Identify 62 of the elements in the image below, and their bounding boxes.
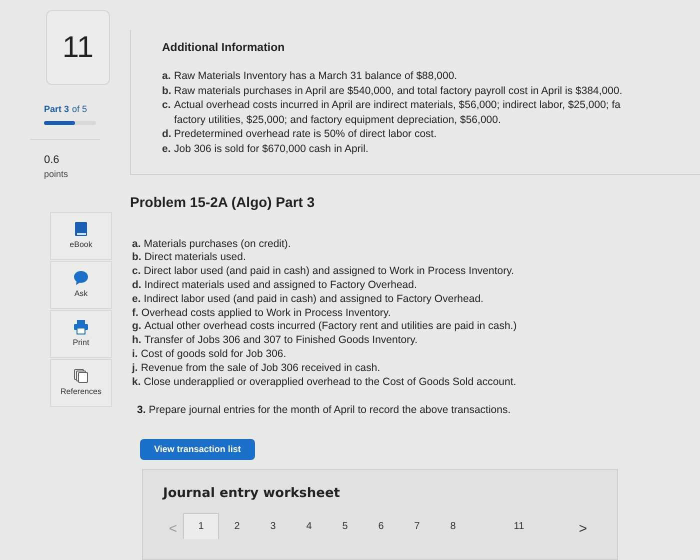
problem-title: Problem 15-2A (Algo) Part 3 [130,192,316,212]
worksheet-tab[interactable]: 6 [363,513,399,540]
next-button[interactable]: > [573,517,593,540]
task-text: Direct labor used (and paid in cash) and assigned to Work in Process Inventory. [144,265,514,279]
info-text: Predetermined overhead rate is 50% of direct labor cost. [174,127,437,142]
speech-bubble-icon [73,270,89,286]
item-letter: k. [132,376,141,390]
info-title: Additional Information [162,41,286,56]
instruction-text: Prepare journal entries for the month of April to record the above transactions. [148,403,511,418]
info-text: Job 306 is sold for $670,000 cash in April. [174,142,368,156]
worksheet-tab[interactable]: 4 [291,513,327,540]
item-letter: a. [162,69,172,84]
item-letter: d. [132,278,142,293]
worksheet-tab[interactable]: 3 [255,513,291,540]
worksheet-tab[interactable]: 5 [327,513,363,540]
task-text: Revenue from the sale of Job 306 received in cash. [140,362,380,376]
worksheet-tab[interactable]: 7 [399,513,435,540]
task-text: Indirect materials used and assigned to Factory Overhead. [144,278,417,293]
item-letter: a. [132,238,141,252]
tool-button[interactable]: Ask [50,260,112,308]
info-text: Raw Materials Inventory has a March 31 balance of $88,000. [174,69,458,84]
item-letter: g. [132,320,142,334]
task-text: Transfer of Jobs 306 and 307 to Finished Goods Inventory. [144,334,418,348]
item-letter: e. [132,292,141,307]
item-letter: j. [132,362,138,376]
part-count: of 5 [72,103,88,116]
task-text: Close underapplied or overapplied overhead to the Cost of Goods Sold account. [144,376,516,390]
question-number-card: 11 [46,10,110,85]
info-text: Raw materials purchases in April are $540,000, and total factory payroll cost in April is $384,000. [174,84,622,98]
item-letter: b. [162,84,172,98]
points-label: points [44,168,68,181]
item-letter: b. [132,251,142,266]
item-letter: i. [132,348,138,362]
item-letter: e. [162,142,172,156]
worksheet-title: Journal entry worksheet [163,484,341,503]
info-text: factory utilities, $25,000; and factory equipment depreciation, $56,000. [174,112,502,128]
item-letter: f. [132,306,138,320]
item-letter: c. [162,98,172,114]
worksheet-tab[interactable]: 2 [219,513,255,540]
worksheet-tab[interactable]: 1 [183,513,219,540]
item-letter: h. [132,334,142,348]
worksheet-tab[interactable]: 11 [501,513,537,540]
task-text: Materials purchases (on credit). [144,238,291,252]
view-transaction-list-button[interactable]: View transaction list [140,439,255,460]
task-text: Actual other overhead costs incurred (Factory rent and utilities are paid in cash.) [144,320,517,334]
tool-button[interactable]: eBook [50,212,112,260]
documents-icon [73,368,89,384]
task-text: Indirect labor used (and paid in cash) and assigned to Factory Overhead. [144,292,484,307]
tool-button[interactable]: References [50,358,112,406]
task-text: Direct materials used. [144,251,246,266]
instruction-number: 3. [137,403,146,418]
task-text: Overhead costs applied to Work in Process Inventory. [141,306,391,320]
printer-icon [73,318,89,334]
points-value: 0.6 [44,152,60,168]
tool-button[interactable]: Print [50,310,112,358]
part-label: Part 3 [44,103,70,116]
item-letter: c. [132,265,141,279]
worksheet-tab[interactable]: 8 [435,513,471,540]
info-text: Actual overhead costs incurred in April are indirect materials, $56,000; indirect labor, $25,000; fa [174,98,621,113]
task-text: Cost of goods sold for Job 306. [140,348,286,362]
item-letter: d. [162,127,172,142]
book-icon [74,220,88,236]
